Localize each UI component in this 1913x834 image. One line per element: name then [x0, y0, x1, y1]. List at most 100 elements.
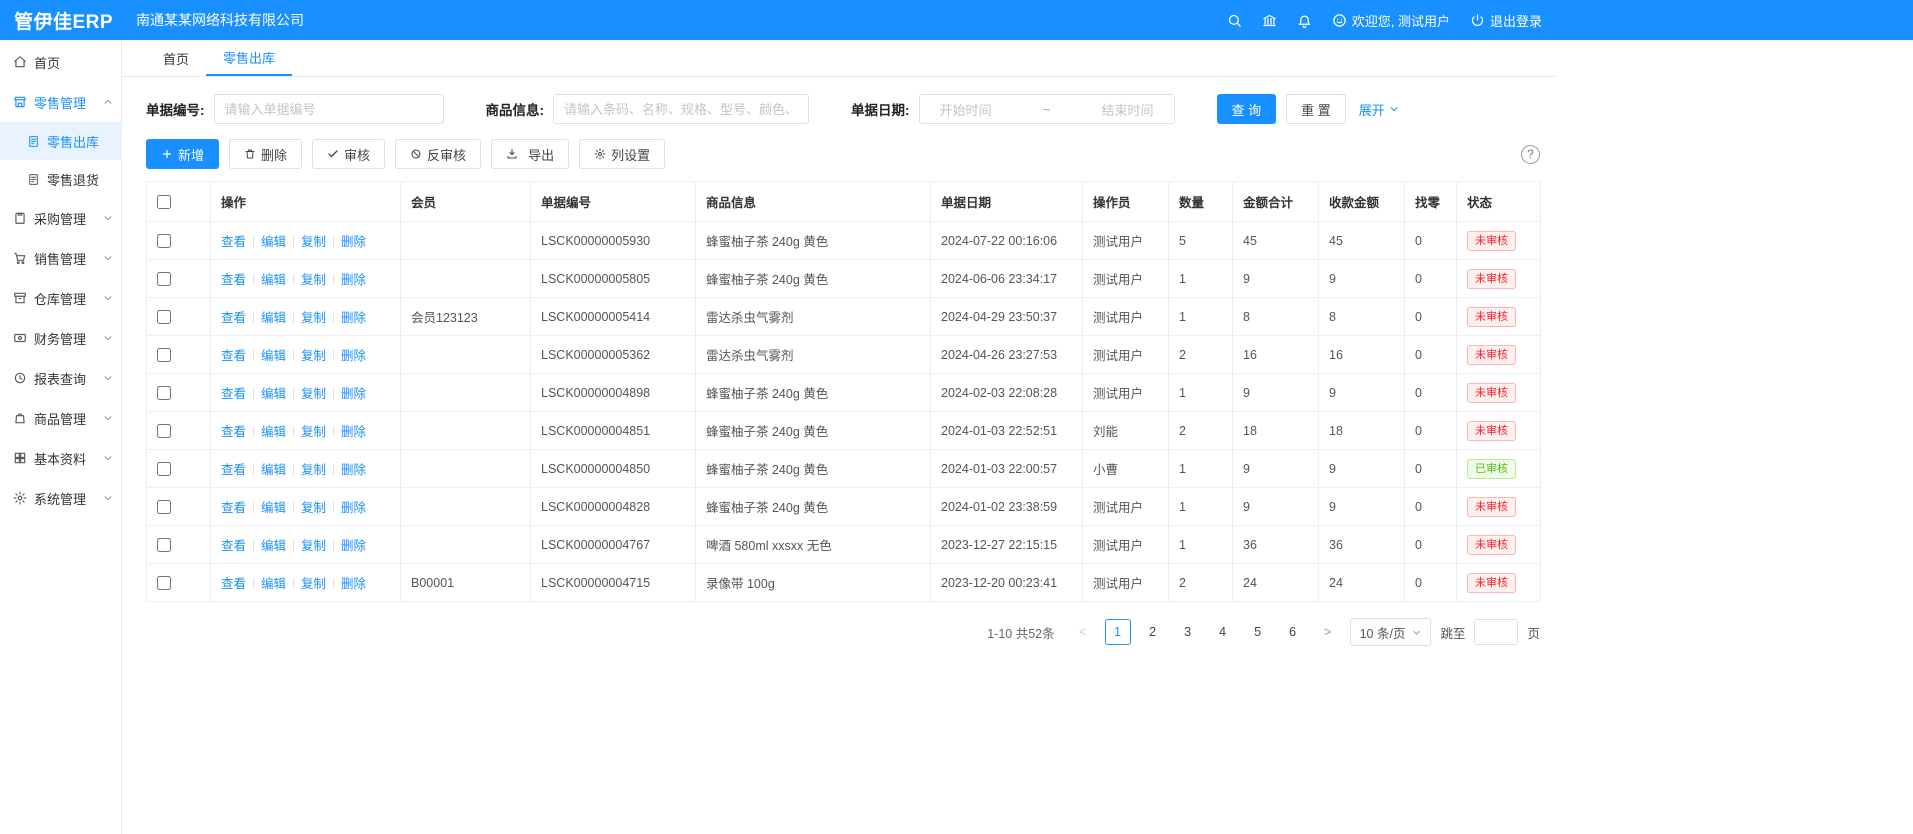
help-icon[interactable]: ? [1521, 145, 1540, 164]
unaudit-button[interactable]: 反审核 [395, 139, 481, 169]
expand-toggle[interactable]: 展开 [1359, 100, 1399, 119]
page-number-2[interactable]: 2 [1140, 619, 1166, 645]
sidebar-item-purchase-management[interactable]: 采购管理 [0, 198, 121, 238]
bank-icon[interactable] [1262, 13, 1277, 28]
sidebar-item-retail-management[interactable]: 零售管理 [0, 82, 121, 122]
delete-button[interactable]: 删除 [229, 139, 302, 169]
row-action-edit[interactable]: 编辑 [261, 387, 286, 401]
date-range-input[interactable]: 开始时间 ~ 结束时间 [919, 94, 1175, 124]
row-action-view[interactable]: 查看 [221, 463, 246, 477]
row-action-delete[interactable]: 删除 [341, 311, 366, 325]
tab-retail-outbound[interactable]: 零售出库 [206, 40, 292, 76]
sidebar-item-retail-return[interactable]: 零售退货 [0, 160, 121, 198]
row-action-copy[interactable]: 复制 [301, 311, 326, 325]
row-checkbox[interactable] [157, 424, 171, 438]
row-action-edit[interactable]: 编辑 [261, 577, 286, 591]
row-action-copy[interactable]: 复制 [301, 273, 326, 287]
row-action-delete[interactable]: 删除 [341, 577, 366, 591]
page-number-5[interactable]: 5 [1245, 619, 1271, 645]
logout-button[interactable]: 退出登录 [1470, 11, 1542, 30]
sidebar-item-finance-management[interactable]: 财务管理 [0, 318, 121, 358]
row-action-delete[interactable]: 删除 [341, 425, 366, 439]
row-action-view[interactable]: 查看 [221, 311, 246, 325]
row-action-edit[interactable]: 编辑 [261, 463, 286, 477]
sidebar-item-product-management[interactable]: 商品管理 [0, 398, 121, 438]
row-checkbox[interactable] [157, 462, 171, 476]
row-checkbox[interactable] [157, 576, 171, 590]
row-action-view[interactable]: 查看 [221, 425, 246, 439]
row-action-copy[interactable]: 复制 [301, 235, 326, 249]
sidebar-item-report-query[interactable]: 报表查询 [0, 358, 121, 398]
jump-page-input[interactable] [1474, 619, 1518, 645]
audit-button[interactable]: 审核 [312, 139, 385, 169]
row-action-copy[interactable]: 复制 [301, 425, 326, 439]
bill-no-cell: LSCK00000004850 [531, 450, 696, 488]
row-action-view[interactable]: 查看 [221, 235, 246, 249]
row-action-copy[interactable]: 复制 [301, 387, 326, 401]
page-number-1[interactable]: 1 [1105, 619, 1131, 645]
search-icon[interactable] [1227, 13, 1242, 28]
row-action-copy[interactable]: 复制 [301, 539, 326, 553]
sidebar-item-sales-management[interactable]: 销售管理 [0, 238, 121, 278]
page-size-select[interactable]: 10 条/页 [1350, 618, 1432, 646]
row-action-view[interactable]: 查看 [221, 501, 246, 515]
bill-no-cell: LSCK00000005805 [531, 260, 696, 298]
prev-page-button[interactable]: < [1070, 619, 1096, 645]
bill-no-input[interactable] [214, 94, 444, 124]
add-button[interactable]: 新增 [146, 139, 219, 169]
page-number-3[interactable]: 3 [1175, 619, 1201, 645]
column-settings-button[interactable]: 列设置 [579, 139, 665, 169]
row-action-delete[interactable]: 删除 [341, 463, 366, 477]
row-action-view[interactable]: 查看 [221, 387, 246, 401]
row-action-edit[interactable]: 编辑 [261, 425, 286, 439]
row-action-edit[interactable]: 编辑 [261, 349, 286, 363]
row-action-edit[interactable]: 编辑 [261, 273, 286, 287]
row-action-view[interactable]: 查看 [221, 577, 246, 591]
tab-home[interactable]: 首页 [146, 40, 206, 76]
export-button[interactable]: 导出 [491, 139, 569, 169]
row-action-edit[interactable]: 编辑 [261, 539, 286, 553]
row-checkbox[interactable] [157, 272, 171, 286]
row-checkbox[interactable] [157, 348, 171, 362]
row-action-delete[interactable]: 删除 [341, 501, 366, 515]
trash-icon [244, 148, 256, 160]
row-action-edit[interactable]: 编辑 [261, 235, 286, 249]
page-number-6[interactable]: 6 [1280, 619, 1306, 645]
sidebar-item-home[interactable]: 首页 [0, 42, 121, 82]
sidebar-item-warehouse-management[interactable]: 仓库管理 [0, 278, 121, 318]
row-checkbox[interactable] [157, 234, 171, 248]
sidebar-item-system-management[interactable]: 系统管理 [0, 478, 121, 518]
select-all-checkbox[interactable] [157, 195, 171, 209]
user-welcome[interactable]: 欢迎您, 测试用户 [1332, 11, 1450, 30]
amount-total-cell: 9 [1233, 450, 1319, 488]
search-button[interactable]: 查 询 [1217, 94, 1277, 124]
row-action-delete[interactable]: 删除 [341, 349, 366, 363]
row-checkbox[interactable] [157, 310, 171, 324]
bell-icon[interactable] [1297, 13, 1312, 28]
row-action-copy[interactable]: 复制 [301, 463, 326, 477]
row-checkbox[interactable] [157, 500, 171, 514]
row-action-copy[interactable]: 复制 [301, 577, 326, 591]
page-number-4[interactable]: 4 [1210, 619, 1236, 645]
row-action-copy[interactable]: 复制 [301, 349, 326, 363]
row-checkbox[interactable] [157, 538, 171, 552]
sidebar-item-basic-data[interactable]: 基本资料 [0, 438, 121, 478]
amount-total-cell: 36 [1233, 526, 1319, 564]
product-info-input[interactable] [553, 94, 809, 124]
bill-no-cell: LSCK00000005362 [531, 336, 696, 374]
row-action-copy[interactable]: 复制 [301, 501, 326, 515]
sidebar-item-retail-outbound[interactable]: 零售出库 [0, 122, 121, 160]
row-checkbox[interactable] [157, 386, 171, 400]
row-action-delete[interactable]: 删除 [341, 235, 366, 249]
row-action-delete[interactable]: 删除 [341, 387, 366, 401]
row-action-view[interactable]: 查看 [221, 349, 246, 363]
row-action-view[interactable]: 查看 [221, 273, 246, 287]
row-action-edit[interactable]: 编辑 [261, 501, 286, 515]
row-action-delete[interactable]: 删除 [341, 273, 366, 287]
bill-date-cell: 2024-06-06 23:34:17 [931, 260, 1083, 298]
row-action-view[interactable]: 查看 [221, 539, 246, 553]
reset-button[interactable]: 重 置 [1286, 94, 1346, 124]
next-page-button[interactable]: > [1315, 619, 1341, 645]
row-action-edit[interactable]: 编辑 [261, 311, 286, 325]
row-action-delete[interactable]: 删除 [341, 539, 366, 553]
